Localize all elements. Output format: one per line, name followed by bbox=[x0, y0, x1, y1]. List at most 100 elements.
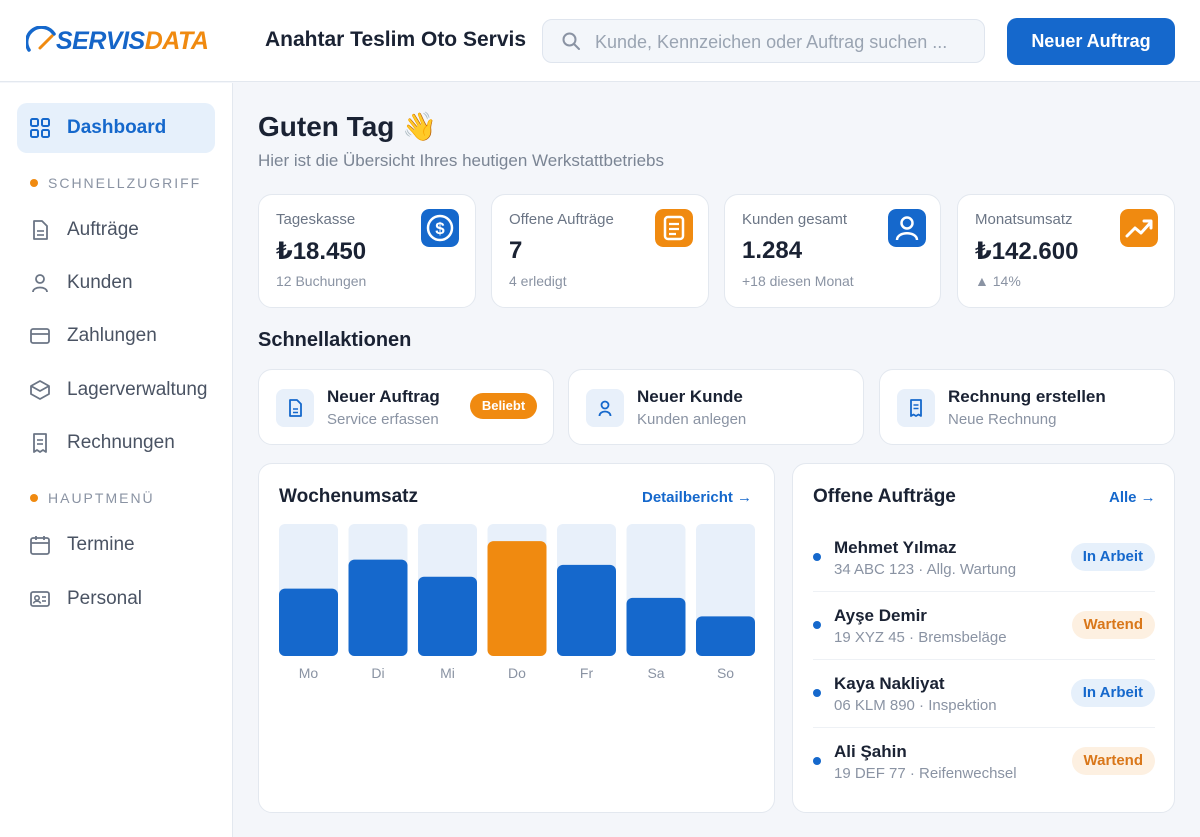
sidebar-item-payments[interactable]: Zahlungen bbox=[17, 311, 215, 361]
quick-action-create-invoice[interactable]: Rechnung erstellen Neue Rechnung bbox=[879, 369, 1175, 445]
document-icon bbox=[655, 209, 693, 247]
trend-up-icon bbox=[1120, 209, 1158, 247]
order-row[interactable]: Mehmet Yılmaz 34 ABC 123 · Allg. Wartung… bbox=[813, 524, 1155, 592]
all-orders-link[interactable]: Alle → bbox=[1109, 489, 1156, 506]
sidebar-item-label: Lagerverwaltung bbox=[67, 379, 208, 400]
status-badge: In Arbeit bbox=[1070, 679, 1155, 707]
x-tick-label: Fr bbox=[580, 665, 594, 681]
x-tick-label: Di bbox=[371, 665, 384, 681]
quick-action-new-customer[interactable]: Neuer Kunde Kunden anlegen bbox=[568, 369, 864, 445]
order-dot bbox=[813, 553, 821, 561]
sidebar-item-customers[interactable]: Kunden bbox=[17, 258, 215, 308]
search-box[interactable] bbox=[542, 19, 985, 63]
sidebar-item-orders[interactable]: Aufträge bbox=[17, 205, 215, 255]
status-badge: Wartend bbox=[1071, 747, 1155, 775]
stat-card-daily-cash[interactable]: Tageskasse ₺18.450 12 Buchungen $ bbox=[258, 194, 476, 308]
id-card-icon bbox=[30, 591, 50, 607]
section-label-text: SCHNELLZUGRIFF bbox=[48, 175, 202, 191]
sidebar-item-label: Kunden bbox=[67, 272, 133, 293]
stat-subtext: 12 Buchungen bbox=[276, 273, 367, 289]
page-title: Guten Tag 👋 bbox=[258, 111, 438, 142]
sidebar: Dashboard SCHNELLZUGRIFF Aufträge Kunden… bbox=[0, 83, 233, 837]
user-icon bbox=[586, 389, 624, 427]
bar-do[interactable] bbox=[487, 541, 547, 656]
x-tick-label: So bbox=[717, 665, 734, 681]
x-tick-label: Mo bbox=[299, 665, 319, 681]
order-detail: 34 ABC 123 · Allg. Wartung bbox=[834, 561, 1017, 578]
dollar-icon: $ bbox=[421, 209, 459, 247]
gauge-swoosh-icon bbox=[26, 26, 56, 52]
quick-action-title: Neuer Kunde bbox=[637, 387, 743, 406]
stat-card-monthly-revenue[interactable]: Monatsumsatz ₺142.600 ▲ 14% bbox=[957, 194, 1175, 308]
order-detail: 19 XYZ 45 · Bremsbeläge bbox=[834, 629, 1007, 646]
quick-action-subtitle: Service erfassen bbox=[327, 411, 439, 428]
document-icon bbox=[276, 389, 314, 427]
bar-so[interactable] bbox=[696, 616, 755, 656]
sidebar-item-label: Dashboard bbox=[67, 117, 167, 138]
search-input[interactable] bbox=[595, 28, 975, 56]
page-subtitle: Hier ist die Übersicht Ihres heutigen We… bbox=[258, 151, 664, 170]
open-orders-panel: Offene Aufträge Alle → Mehmet Yılmaz 34 … bbox=[792, 463, 1175, 813]
sidebar-item-staff[interactable]: Personal bbox=[17, 574, 215, 624]
app-header: SERVISDATA Anahtar Teslim Oto Servis Neu… bbox=[0, 0, 1200, 82]
panel-title: Offene Aufträge bbox=[813, 486, 956, 507]
order-customer-name: Mehmet Yılmaz bbox=[834, 538, 957, 557]
bar-fr[interactable] bbox=[557, 564, 616, 656]
status-badge: Wartend bbox=[1071, 611, 1155, 639]
quick-action-title: Rechnung erstellen bbox=[948, 387, 1106, 406]
order-dot bbox=[813, 689, 821, 697]
stat-title: Offene Aufträge bbox=[509, 211, 614, 228]
quick-action-subtitle: Neue Rechnung bbox=[948, 411, 1057, 428]
order-detail: 06 KLM 890 · Inspektion bbox=[834, 697, 997, 714]
section-label-quick-access: SCHNELLZUGRIFF bbox=[30, 175, 201, 191]
sidebar-item-label: Termine bbox=[67, 534, 135, 555]
user-icon bbox=[32, 274, 48, 293]
section-label-text: HAUPTMENÜ bbox=[48, 490, 155, 506]
sidebar-item-dashboard[interactable]: Dashboard bbox=[17, 103, 215, 153]
stat-title: Kunden gesamt bbox=[742, 211, 848, 228]
order-dot bbox=[813, 757, 821, 765]
weekly-revenue-chart: Mo Di Mi Do Fr Sa So bbox=[279, 524, 755, 681]
new-order-button[interactable]: Neuer Auftrag bbox=[1007, 18, 1175, 65]
sidebar-item-label: Zahlungen bbox=[67, 325, 157, 346]
stat-subtext: 4 erledigt bbox=[509, 273, 567, 289]
weekly-revenue-panel: Wochenumsatz Detailbericht → Mo Di Mi Do Fr S… bbox=[258, 463, 775, 813]
stat-value: ₺18.450 bbox=[276, 238, 367, 265]
grid-icon bbox=[30, 118, 50, 138]
stat-card-total-customers[interactable]: Kunden gesamt 1.284 +18 diesen Monat bbox=[724, 194, 941, 308]
order-detail: 19 DEF 77 · Reifenwechsel bbox=[834, 765, 1017, 782]
order-dot bbox=[813, 621, 821, 629]
sidebar-item-inventory[interactable]: Lagerverwaltung bbox=[17, 365, 215, 415]
quick-actions-title: Schnellaktionen bbox=[258, 329, 412, 351]
quick-action-title: Neuer Auftrag bbox=[327, 387, 440, 406]
stat-subtext: +18 diesen Monat bbox=[742, 273, 854, 289]
order-customer-name: Ali Şahin bbox=[834, 742, 907, 761]
sidebar-item-label: Rechnungen bbox=[67, 432, 175, 453]
bar-mi[interactable] bbox=[418, 576, 477, 656]
order-row[interactable]: Ali Şahin 19 DEF 77 · Reifenwechsel Wart… bbox=[813, 728, 1155, 796]
section-label-main-menu: HAUPTMENÜ bbox=[30, 490, 155, 506]
sidebar-item-appointments[interactable]: Termine bbox=[17, 520, 215, 570]
box-icon bbox=[30, 380, 50, 400]
stat-card-open-orders[interactable]: Offene Aufträge 7 4 erledigt bbox=[491, 194, 709, 308]
order-row[interactable]: Kaya Nakliyat 06 KLM 890 · Inspektion In… bbox=[813, 660, 1155, 728]
quick-action-new-order[interactable]: Neuer Auftrag Service erfassen Beliebt bbox=[258, 369, 554, 445]
sidebar-item-label: Aufträge bbox=[67, 219, 139, 240]
sidebar-item-label: Personal bbox=[67, 588, 142, 609]
bar-sa[interactable] bbox=[626, 597, 686, 656]
stat-title: Tageskasse bbox=[276, 211, 356, 228]
logo-part-servis: SERVIS bbox=[56, 27, 145, 55]
sidebar-item-invoices[interactable]: Rechnungen bbox=[17, 418, 215, 468]
bar-di[interactable] bbox=[348, 559, 408, 656]
section-dot bbox=[30, 179, 38, 187]
servisdata-logo[interactable]: SERVISDATA bbox=[26, 24, 244, 58]
x-tick-label: Do bbox=[508, 665, 526, 681]
bar-mo[interactable] bbox=[279, 588, 338, 656]
quick-action-subtitle: Kunden anlegen bbox=[637, 411, 747, 428]
logo-wordmark: SERVISDATA bbox=[56, 27, 209, 56]
status-badge: In Arbeit bbox=[1070, 543, 1155, 571]
stat-subtext: ▲ 14% bbox=[975, 273, 1021, 289]
order-row[interactable]: Ayşe Demir 19 XYZ 45 · Bremsbeläge Warte… bbox=[813, 592, 1155, 660]
svg-text:$: $ bbox=[435, 219, 445, 238]
order-customer-name: Kaya Nakliyat bbox=[834, 674, 945, 693]
